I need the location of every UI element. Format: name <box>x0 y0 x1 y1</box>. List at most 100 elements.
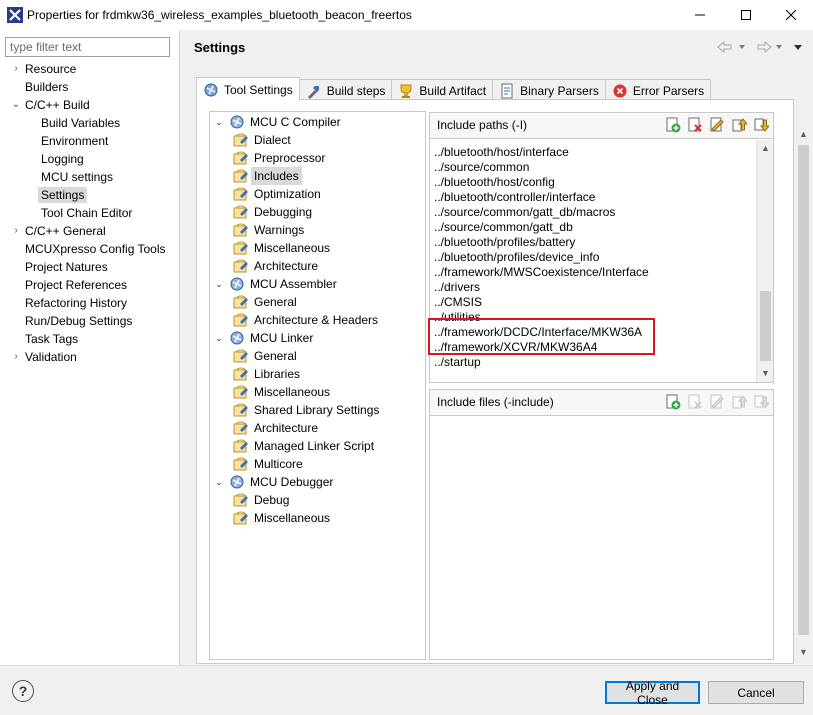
collapse-arrow-icon[interactable]: ⌄ <box>213 113 225 131</box>
include-paths-list[interactable]: ../bluetooth/host/interface ../source/com… <box>430 140 756 382</box>
nav-item-c-c-general[interactable]: › C/C++ General <box>14 222 105 240</box>
include-path-item[interactable]: ../framework/XCVR/MKW36A4 <box>434 340 597 355</box>
filter-input[interactable] <box>5 37 170 57</box>
include-paths-scrollbar[interactable]: ▲ ▼ <box>756 140 773 382</box>
tab-error-parsers[interactable]: Error Parsers <box>604 79 712 101</box>
tab-bar: Tool Settings Build steps Build Artifact… <box>196 77 712 101</box>
tree-item-optimization[interactable]: Optimization <box>230 185 321 203</box>
include-path-item[interactable]: ../framework/DCDC/Interface/MKW36A <box>434 325 642 340</box>
scroll-down-icon[interactable]: ▼ <box>757 365 774 382</box>
tree-item-mcu-assembler[interactable]: ⌄ MCU Assembler <box>213 275 336 293</box>
include-path-item[interactable]: ../bluetooth/host/config <box>434 175 555 190</box>
expand-arrow-icon[interactable]: › <box>10 348 22 366</box>
minimize-button[interactable] <box>677 0 722 30</box>
tree-item-mcu-c-compiler[interactable]: ⌄ MCU C Compiler <box>213 113 340 131</box>
include-path-item[interactable]: ../bluetooth/host/interface <box>434 145 569 160</box>
include-paths-header: Include paths (-I) <box>430 113 773 139</box>
tree-item-label: Miscellaneous <box>254 511 331 525</box>
collapse-arrow-icon[interactable]: ⌄ <box>213 473 225 491</box>
nav-item-build-variables[interactable]: Build Variables <box>41 114 120 132</box>
include-path-item[interactable]: ../startup <box>434 355 481 370</box>
nav-item-label: Logging <box>41 152 84 166</box>
nav-item-c-c-build[interactable]: ⌄ C/C++ Build <box>12 96 90 114</box>
tree-item-preprocessor[interactable]: Preprocessor <box>230 149 325 167</box>
include-path-item[interactable]: ../bluetooth/profiles/battery <box>434 235 575 250</box>
nav-item-task-tags[interactable]: Task Tags <box>25 330 78 348</box>
move-down-icon[interactable] <box>753 117 769 133</box>
nav-item-settings[interactable]: Settings <box>38 186 88 204</box>
expand-arrow-icon[interactable]: › <box>10 222 22 240</box>
tree-item-miscellaneous[interactable]: Miscellaneous <box>230 383 330 401</box>
binary-parsers-icon <box>501 83 513 98</box>
include-path-item[interactable]: ../bluetooth/profiles/device_info <box>434 250 599 265</box>
view-menu-icon[interactable] <box>794 45 802 50</box>
nav-item-project-references[interactable]: Project References <box>25 276 127 294</box>
tab-binary-parsers[interactable]: Binary Parsers <box>492 79 606 101</box>
maximize-button[interactable] <box>723 0 768 30</box>
include-path-item[interactable]: ../framework/MWSCoexistence/Interface <box>434 265 649 280</box>
tree-item-architecture[interactable]: Architecture <box>230 257 318 275</box>
include-path-item[interactable]: ../CMSIS <box>434 295 482 310</box>
tree-item-architecture[interactable]: Architecture <box>230 419 318 437</box>
tree-item-managed-linker-script[interactable]: Managed Linker Script <box>230 437 374 455</box>
page-scroll-up-icon[interactable]: ▲ <box>795 126 812 143</box>
close-button[interactable] <box>768 0 813 30</box>
forward-menu-chevron-icon[interactable] <box>776 45 782 49</box>
tab-build-artifact[interactable]: Build Artifact <box>391 79 494 101</box>
apply-and-close-button[interactable]: Apply and Close <box>605 679 700 707</box>
tree-item-general[interactable]: General <box>230 293 297 311</box>
help-button[interactable]: ? <box>12 680 34 702</box>
tree-item-shared-library-settings[interactable]: Shared Library Settings <box>230 401 379 419</box>
nav-item-environment[interactable]: Environment <box>41 132 108 150</box>
tree-item-dialect[interactable]: Dialect <box>230 131 291 149</box>
collapse-arrow-icon[interactable]: ⌄ <box>213 275 225 293</box>
include-path-item[interactable]: ../source/common/gatt_db <box>434 220 573 235</box>
nav-item-resource[interactable]: › Resource <box>14 60 76 78</box>
tree-item-architecture-headers[interactable]: Architecture & Headers <box>230 311 378 329</box>
nav-item-run-debug-settings[interactable]: Run/Debug Settings <box>25 312 132 330</box>
include-path-item[interactable]: ../source/common <box>434 160 529 175</box>
tree-item-debugging[interactable]: Debugging <box>230 203 312 221</box>
add-path-icon[interactable] <box>665 117 681 133</box>
nav-item-tool-chain-editor[interactable]: Tool Chain Editor <box>41 204 132 222</box>
nav-item-mcu-settings[interactable]: MCU settings <box>41 168 113 186</box>
nav-item-builders[interactable]: Builders <box>25 78 68 96</box>
delete-path-icon[interactable] <box>687 117 703 133</box>
expand-arrow-icon[interactable]: › <box>10 60 22 78</box>
scroll-up-icon[interactable]: ▲ <box>757 140 774 157</box>
tab-tool-settings[interactable]: Tool Settings <box>196 77 300 101</box>
tree-item-debug[interactable]: Debug <box>230 491 289 509</box>
nav-item-logging[interactable]: Logging <box>41 150 84 168</box>
page-scroll-thumb[interactable] <box>798 145 809 635</box>
tree-item-miscellaneous[interactable]: Miscellaneous <box>230 509 330 527</box>
edit-path-icon[interactable] <box>709 117 725 133</box>
tree-item-includes[interactable]: Includes <box>230 167 302 185</box>
tree-item-miscellaneous[interactable]: Miscellaneous <box>230 239 330 257</box>
nav-item-refactoring-history[interactable]: Refactoring History <box>25 294 127 312</box>
cancel-button[interactable]: Cancel <box>708 681 804 704</box>
add-file-icon[interactable] <box>665 394 681 410</box>
include-path-item[interactable]: ../source/common/gatt_db/macros <box>434 205 615 220</box>
include-path-item[interactable]: ../drivers <box>434 280 480 295</box>
collapse-arrow-icon[interactable]: ⌄ <box>10 96 22 114</box>
move-up-icon[interactable] <box>731 117 747 133</box>
page-scrollbar[interactable]: ▲ ▼ <box>795 126 812 661</box>
nav-item-mcuxpresso-config-tools[interactable]: MCUXpresso Config Tools <box>25 240 166 258</box>
back-menu-chevron-icon[interactable] <box>739 45 745 49</box>
nav-item-project-natures[interactable]: Project Natures <box>25 258 108 276</box>
include-path-item[interactable]: ../utilities <box>434 310 481 325</box>
tab-build-steps[interactable]: Build steps <box>298 79 393 101</box>
tree-item-multicore[interactable]: Multicore <box>230 455 303 473</box>
tree-item-mcu-linker[interactable]: ⌄ MCU Linker <box>213 329 313 347</box>
back-arrow-icon[interactable] <box>717 40 732 54</box>
include-path-item[interactable]: ../bluetooth/controller/interface <box>434 190 595 205</box>
tree-item-libraries[interactable]: Libraries <box>230 365 300 383</box>
tree-item-warnings[interactable]: Warnings <box>230 221 304 239</box>
nav-item-validation[interactable]: › Validation <box>14 348 77 366</box>
forward-arrow-icon[interactable] <box>757 40 772 54</box>
tree-item-mcu-debugger[interactable]: ⌄ MCU Debugger <box>213 473 333 491</box>
page-scroll-down-icon[interactable]: ▼ <box>795 644 812 661</box>
scroll-thumb[interactable] <box>760 291 771 361</box>
collapse-arrow-icon[interactable]: ⌄ <box>213 329 225 347</box>
tree-item-general[interactable]: General <box>230 347 297 365</box>
